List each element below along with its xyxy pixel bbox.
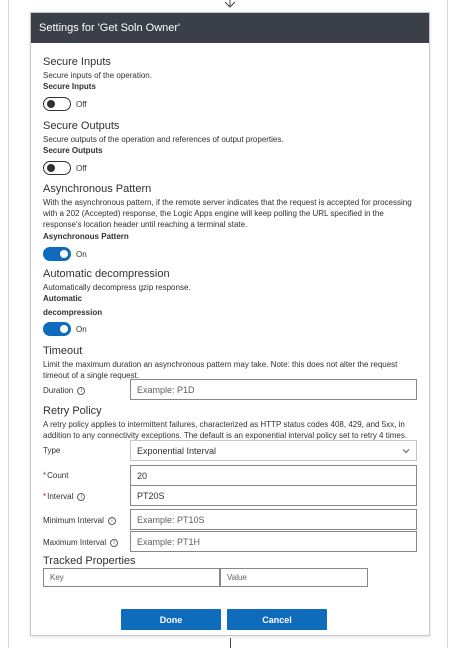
tracked-properties-title: Tracked Properties	[43, 555, 136, 567]
decompression-title: Automatic decompression	[43, 268, 170, 280]
duration-label: Duration i	[43, 386, 86, 395]
info-icon[interactable]: i	[77, 386, 86, 395]
toggle-knob	[60, 325, 68, 333]
count-label-text: Count	[47, 471, 69, 480]
secure-outputs-toggle[interactable]	[43, 161, 71, 175]
timeout-description: Limit the maximum duration an asynchrono…	[43, 360, 398, 380]
type-label-text: Type	[43, 446, 61, 455]
async-pattern-toggle[interactable]	[43, 247, 71, 261]
async-pattern-description: With the asynchronous pattern, if the re…	[43, 198, 412, 229]
interval-input[interactable]: PT20S	[130, 485, 417, 506]
interval-label: *Interval i	[43, 492, 86, 501]
min-interval-input[interactable]: Example: PT10S	[130, 509, 417, 530]
toggle-knob	[60, 250, 68, 258]
interval-label-text: Interval	[47, 492, 74, 501]
type-dropdown[interactable]: Exponential Interval	[130, 440, 417, 461]
secure-inputs-description: Secure inputs of the operation.	[43, 71, 152, 80]
canvas-frame-right-line	[447, 0, 448, 648]
max-interval-label: Maximum Interval i	[43, 538, 119, 547]
secure-inputs-title: Secure Inputs	[43, 56, 111, 68]
done-button[interactable]: Done	[121, 609, 221, 630]
secure-inputs-state: Off	[76, 100, 87, 109]
chevron-down-icon	[402, 449, 410, 454]
decompression-toggle[interactable]	[43, 322, 71, 336]
toggle-knob	[47, 100, 55, 108]
flow-connector-line	[230, 638, 231, 648]
secure-outputs-title: Secure Outputs	[43, 120, 120, 132]
timeout-title: Timeout	[43, 345, 83, 357]
min-interval-label-text: Minimum Interval	[43, 516, 104, 525]
toggle-knob	[47, 164, 55, 172]
decompression-state: On	[76, 325, 87, 334]
secure-inputs-label: Secure Inputs	[43, 82, 96, 91]
async-pattern-title: Asynchronous Pattern	[43, 183, 152, 195]
canvas-frame-left-line	[8, 0, 9, 648]
secure-inputs-toggle[interactable]	[43, 97, 71, 111]
arrow-down-icon	[224, 0, 236, 8]
duration-label-text: Duration	[43, 386, 74, 395]
duration-input[interactable]: Example: P1D	[130, 379, 417, 400]
info-icon[interactable]: i	[107, 516, 116, 525]
async-pattern-state: On	[76, 250, 87, 259]
decompression-description: Automatically decompress gzip response.	[43, 283, 191, 292]
max-interval-label-text: Maximum Interval	[43, 538, 107, 547]
min-interval-label: Minimum Interval i	[43, 516, 116, 525]
info-icon[interactable]: i	[77, 492, 86, 501]
info-icon[interactable]: i	[110, 538, 119, 547]
count-input[interactable]: 20	[130, 465, 417, 486]
decompression-label-line2: decompression	[43, 308, 103, 317]
tracked-key-input[interactable]: Key	[43, 568, 220, 587]
panel-title: Settings for 'Get Soln Owner'	[31, 13, 429, 43]
cancel-button[interactable]: Cancel	[227, 609, 327, 630]
type-label: Type	[43, 446, 60, 455]
retry-policy-title: Retry Policy	[43, 405, 102, 417]
type-selected-value: Exponential Interval	[137, 445, 217, 456]
secure-outputs-state: Off	[76, 164, 87, 173]
async-pattern-label: Asynchronous Pattern	[43, 232, 129, 241]
required-asterisk: *	[43, 492, 47, 501]
required-asterisk: *	[43, 471, 47, 480]
tracked-value-input[interactable]: Value	[220, 568, 368, 587]
decompression-label-line1: Automatic	[43, 294, 83, 303]
secure-outputs-description: Secure outputs of the operation and refe…	[43, 135, 284, 144]
retry-policy-description: A retry policy applies to intermittent f…	[43, 420, 408, 440]
secure-outputs-label: Secure Outputs	[43, 146, 103, 155]
count-label: *Count	[43, 471, 68, 480]
max-interval-input[interactable]: Example: PT1H	[130, 531, 417, 552]
